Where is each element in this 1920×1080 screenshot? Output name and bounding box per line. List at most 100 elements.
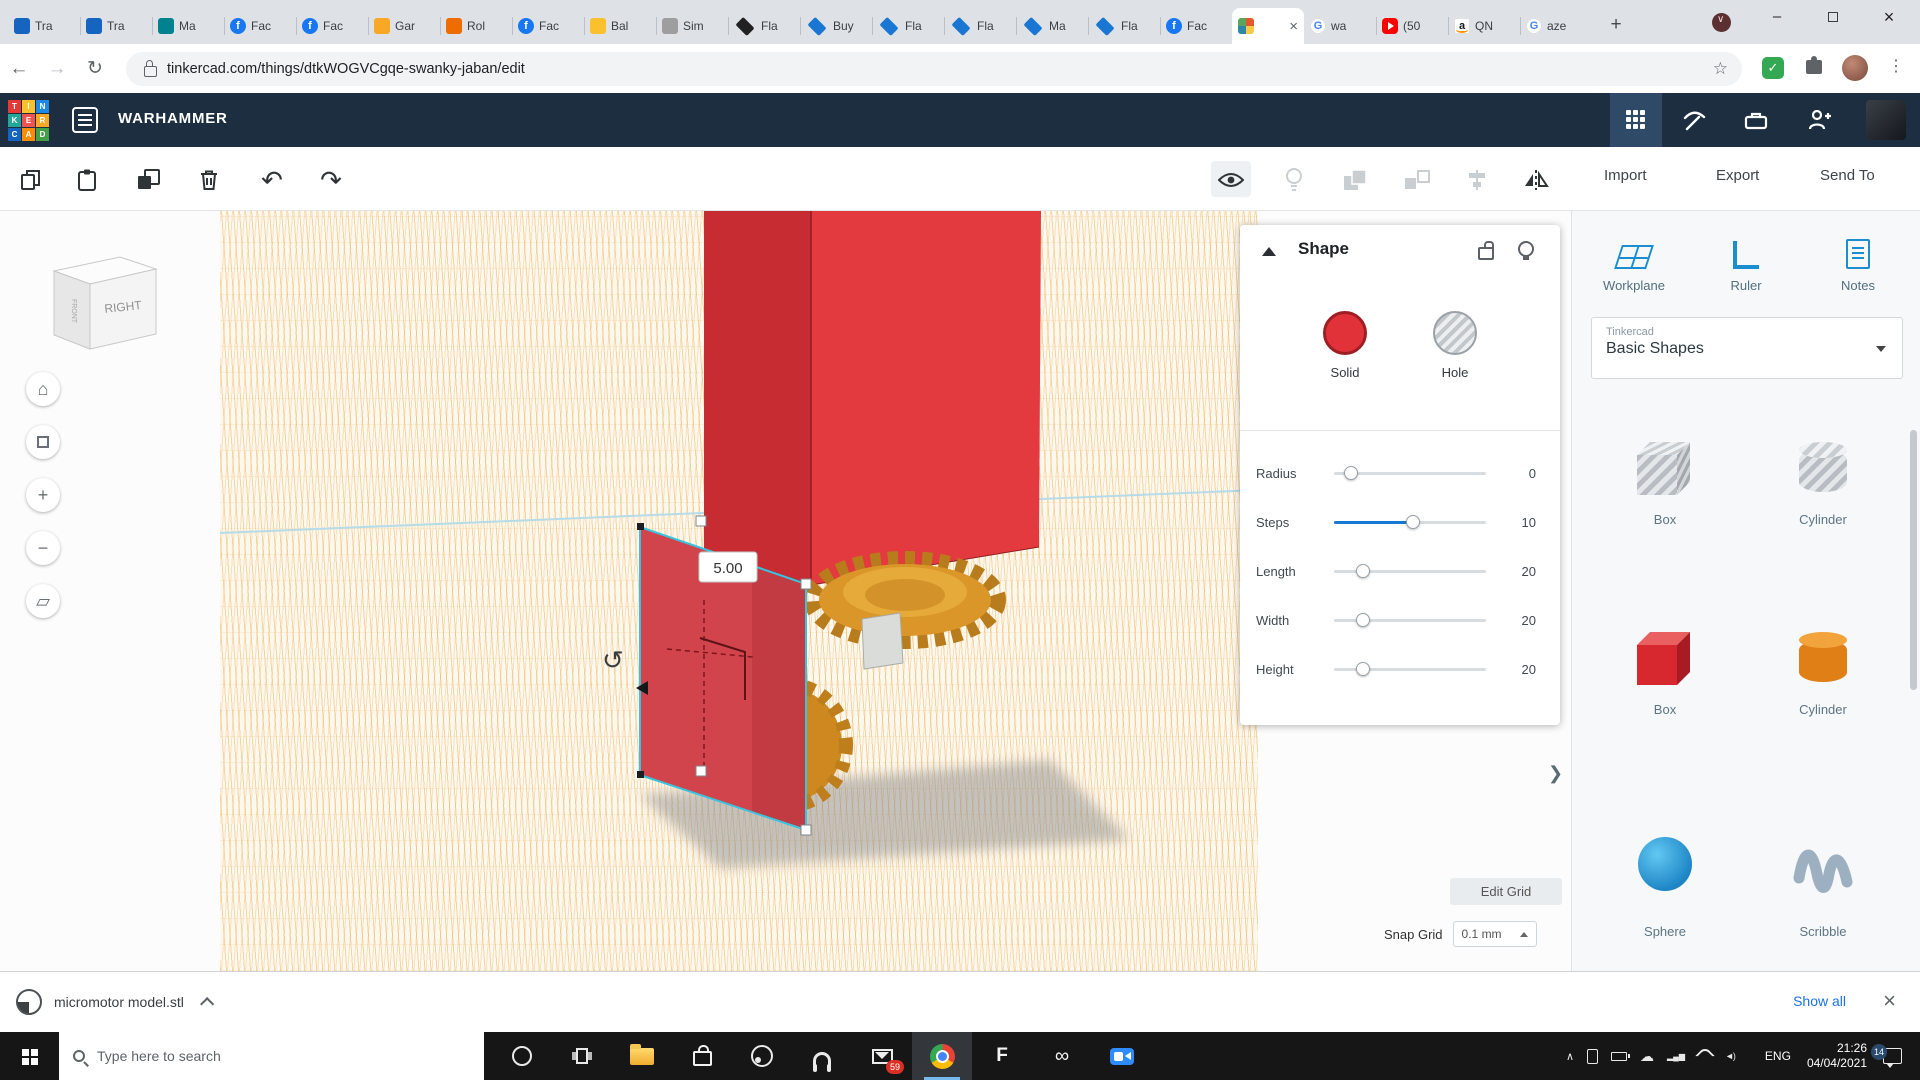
taskbar-search[interactable]: Type here to search <box>59 1032 484 1080</box>
ruler-tool[interactable]: Ruler <box>1696 233 1796 293</box>
account-avatar[interactable] <box>1866 100 1906 140</box>
home-button[interactable]: ⌂ <box>26 372 60 406</box>
show-all-eye-icon[interactable] <box>1214 163 1248 197</box>
shape-cyl-hole[interactable]: Cylinder <box>1744 416 1902 606</box>
align-icon[interactable] <box>1460 163 1494 197</box>
slider-track[interactable] <box>1334 619 1486 622</box>
group-icon[interactable] <box>1338 163 1372 197</box>
volume-icon[interactable]: ◄) <box>1725 1051 1735 1061</box>
steam-taskbar-icon[interactable] <box>732 1032 792 1080</box>
browser-tab[interactable]: fFac <box>1160 8 1232 44</box>
chevron-up-icon[interactable]: ∧ <box>1566 1050 1574 1063</box>
browser-tab[interactable]: Fla <box>872 8 944 44</box>
slider-track[interactable] <box>1334 668 1486 671</box>
browser-tab[interactable]: Buy <box>800 8 872 44</box>
browser-tab[interactable]: Bal <box>584 8 656 44</box>
chevron-up-icon[interactable] <box>200 997 214 1011</box>
corner-handle[interactable] <box>637 523 644 530</box>
tinkercad-logo[interactable]: TINKERCAD <box>8 100 49 141</box>
tablet-icon[interactable] <box>1587 1049 1598 1064</box>
slider-knob[interactable] <box>1356 613 1370 627</box>
browser-tab[interactable]: Gar <box>368 8 440 44</box>
browser-tab[interactable]: fFac <box>296 8 368 44</box>
explorer-taskbar-icon[interactable] <box>612 1032 672 1080</box>
taskview-taskbar-icon[interactable] <box>552 1032 612 1080</box>
shape-box-red[interactable]: Box <box>1586 606 1744 796</box>
delete-icon[interactable] <box>192 163 226 197</box>
extensions-puzzle-icon[interactable] <box>1806 60 1822 74</box>
3d-viewport[interactable]: 5.00 ↺ RIGHT FRONT ⌂+−▱ Shape Solid <box>0 211 1571 971</box>
notes-tool[interactable]: Notes <box>1808 233 1908 293</box>
big-red-box[interactable] <box>704 211 1041 585</box>
browser-tab[interactable]: fFac <box>512 8 584 44</box>
close-window-button[interactable]: × <box>1866 0 1912 36</box>
new-tab-button[interactable]: + <box>1602 12 1630 40</box>
browser-tab[interactable]: Ma <box>1016 8 1088 44</box>
shape-scribble[interactable]: Scribble <box>1744 796 1902 986</box>
browser-tab[interactable]: aQN <box>1448 8 1520 44</box>
tab-search-icon[interactable] <box>1712 13 1731 32</box>
url-text[interactable]: tinkercad.com/things/dtkWOGVCgqe-swanky-… <box>167 61 525 77</box>
browser-tab[interactable]: Fla <box>728 8 800 44</box>
browser-menu-icon[interactable]: ⋮ <box>1888 56 1904 76</box>
send-to-button[interactable]: Send To <box>1820 167 1875 184</box>
dashboard-grid-icon[interactable] <box>1610 93 1662 147</box>
solid-option[interactable]: Solid <box>1323 311 1367 380</box>
slider-track[interactable] <box>1334 570 1486 573</box>
browser-tab[interactable]: × <box>1232 8 1304 44</box>
slider-track[interactable] <box>1334 472 1486 475</box>
fapp-taskbar-icon[interactable]: F <box>972 1032 1032 1080</box>
paste-icon[interactable] <box>70 163 104 197</box>
shape-box-hole[interactable]: Box <box>1586 416 1744 606</box>
mail-taskbar-icon[interactable]: 59 <box>852 1032 912 1080</box>
brick-toolbox-icon[interactable] <box>1730 93 1782 147</box>
collapse-panel-icon[interactable] <box>1262 247 1276 256</box>
tab-close-icon[interactable]: × <box>1289 18 1298 35</box>
video-taskbar-icon[interactable] <box>1092 1032 1152 1080</box>
zoom-in-button[interactable]: + <box>26 478 60 512</box>
visibility-bulb-icon[interactable] <box>1518 241 1534 257</box>
scale-handle[interactable] <box>696 516 706 526</box>
reload-icon[interactable]: ↻ <box>76 57 114 80</box>
undo-icon[interactable]: ↶ <box>255 163 289 197</box>
browser-tab[interactable]: Fla <box>944 8 1016 44</box>
fit-view-button[interactable] <box>26 425 60 459</box>
slider-knob[interactable] <box>1406 515 1420 529</box>
forward-icon[interactable]: → <box>38 58 76 80</box>
action-center-icon[interactable]: 14 <box>1883 1048 1902 1064</box>
sidebar-collapse-chevron-icon[interactable]: ❯ <box>1548 763 1563 784</box>
shape-library-dropdown[interactable]: Tinkercad Basic Shapes <box>1591 317 1903 379</box>
maximize-button[interactable] <box>1810 0 1856 36</box>
view-cube[interactable]: RIGHT FRONT <box>40 245 170 360</box>
lock-icon[interactable] <box>1478 247 1494 260</box>
snap-grid-select[interactable]: 0.1 mm <box>1453 921 1537 947</box>
extension-check-icon[interactable]: ✓ <box>1762 57 1784 79</box>
hole-option[interactable]: Hole <box>1433 311 1477 380</box>
signal-icon[interactable]: ▂▄▆ <box>1667 1052 1685 1061</box>
browser-tab[interactable]: (50 <box>1376 8 1448 44</box>
store-taskbar-icon[interactable] <box>672 1032 732 1080</box>
browser-tab[interactable]: Tra <box>8 8 80 44</box>
scale-handle[interactable] <box>696 766 706 776</box>
browser-tab[interactable]: Fla <box>1088 8 1160 44</box>
back-icon[interactable]: ← <box>0 58 38 80</box>
scale-handle[interactable] <box>801 825 811 835</box>
dimension-label[interactable]: 5.00 <box>699 552 757 582</box>
slider-knob[interactable] <box>1344 466 1358 480</box>
download-item[interactable]: micromotor model.stl <box>16 984 210 1020</box>
loop-taskbar-icon[interactable]: ∞ <box>1032 1032 1092 1080</box>
mirror-icon[interactable] <box>1519 163 1553 197</box>
design-title[interactable]: WARHAMMER <box>118 110 228 127</box>
clock[interactable]: 21:26 04/04/2021 <box>1807 1041 1867 1071</box>
browser-tab[interactable]: Gaze <box>1520 8 1592 44</box>
slider-track[interactable] <box>1334 521 1486 524</box>
profile-avatar[interactable] <box>1842 55 1868 81</box>
add-user-icon[interactable] <box>1794 93 1846 147</box>
browser-tab[interactable]: fFac <box>224 8 296 44</box>
secure-lock-icon[interactable] <box>144 66 157 77</box>
export-button[interactable]: Export <box>1716 167 1759 184</box>
start-button[interactable] <box>0 1032 59 1080</box>
browser-tab[interactable]: Rol <box>440 8 512 44</box>
browser-tab[interactable]: Tra <box>80 8 152 44</box>
slider-knob[interactable] <box>1356 662 1370 676</box>
